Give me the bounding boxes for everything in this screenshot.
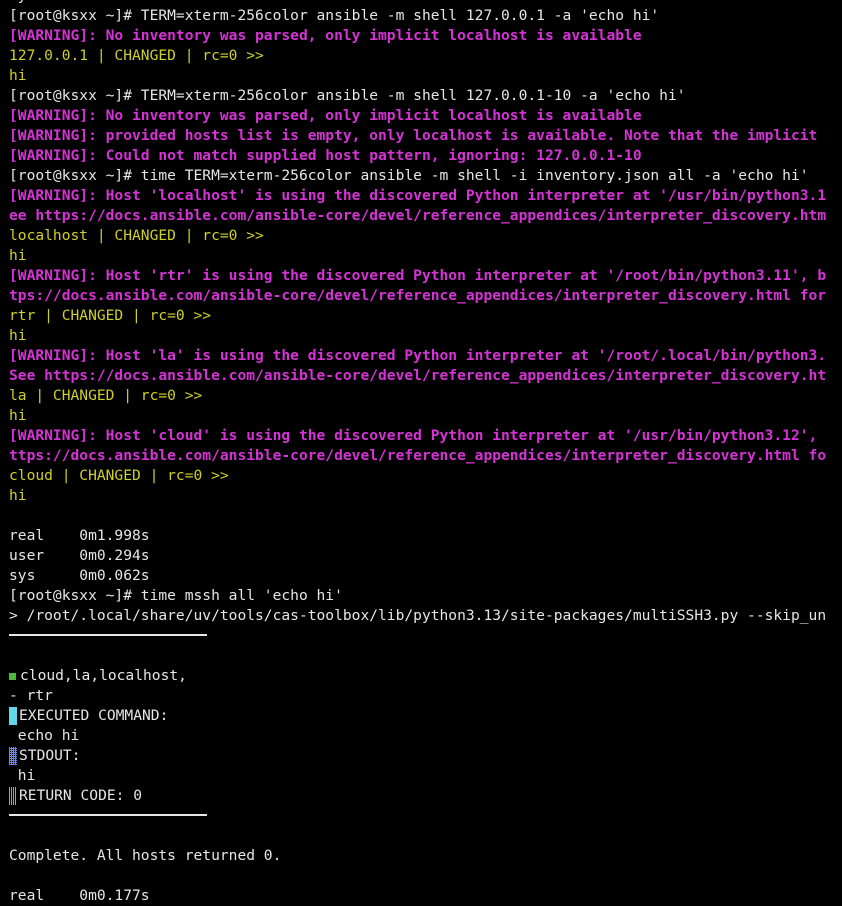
warning-text: [WARNING]: Host 'cloud' is using the dis… bbox=[9, 427, 818, 444]
warning-text: [WARNING]: No inventory was parsed, only… bbox=[9, 107, 642, 124]
output-text: [root@ksxx ~]# TERM=xterm-256color ansib… bbox=[9, 7, 660, 24]
terminal-line: [WARNING]: Host 'la' is using the discov… bbox=[9, 346, 842, 366]
terminal-output: sys 0m0.xxxs [root@ksxx ~]# TERM=xterm-25… bbox=[9, 0, 842, 906]
output-text: EXECUTED COMMAND: bbox=[19, 707, 169, 724]
output-text: RETURN CODE: 0 bbox=[19, 787, 143, 804]
host-result-text: hi bbox=[9, 67, 27, 84]
terminal-line: [WARNING]: Could not match supplied host… bbox=[9, 146, 842, 166]
terminal-line: tps://docs.ansible.com/ansible-core/deve… bbox=[9, 286, 842, 306]
output-text: [root@ksxx ~]# time TERM=xterm-256color … bbox=[9, 167, 809, 184]
terminal-line: [WARNING]: provided hosts list is empty,… bbox=[9, 126, 842, 146]
output-text: [root@ksxx ~]# time mssh all 'echo hi' bbox=[9, 587, 343, 604]
command-marker-icon bbox=[9, 707, 17, 725]
output-text: STDOUT: bbox=[19, 747, 81, 764]
host-result-text: hi bbox=[9, 407, 27, 424]
terminal-line: hi bbox=[9, 766, 842, 786]
terminal-line: [WARNING]: No inventory was parsed, only… bbox=[9, 106, 842, 126]
output-text: sys 0m0.062s bbox=[9, 567, 150, 584]
terminal-line: - rtr bbox=[9, 686, 842, 706]
terminal-line: EXECUTED COMMAND: bbox=[9, 706, 842, 726]
terminal-line: STDOUT: bbox=[9, 746, 842, 766]
output-text: [root@ksxx ~]# TERM=xterm-256color ansib… bbox=[9, 87, 686, 104]
output-text: > /root/.local/share/uv/tools/cas-toolbo… bbox=[9, 607, 827, 624]
terminal-line: cloud | CHANGED | rc=0 >> bbox=[9, 466, 842, 486]
terminal-line: ttps://docs.ansible.com/ansible-core/dev… bbox=[9, 446, 842, 466]
warning-text: [WARNING]: Host 'la' is using the discov… bbox=[9, 347, 827, 364]
warning-text: See https://docs.ansible.com/ansible-cor… bbox=[9, 367, 827, 384]
separator-rule bbox=[9, 814, 207, 816]
terminal-line: la | CHANGED | rc=0 >> bbox=[9, 386, 842, 406]
stdout-marker-icon bbox=[9, 747, 17, 765]
host-marker-icon bbox=[9, 673, 16, 680]
output-text: hi bbox=[9, 767, 36, 784]
terminal-line bbox=[9, 806, 842, 826]
host-result-text: 127.0.0.1 | CHANGED | rc=0 >> bbox=[9, 47, 264, 64]
output-text: user 0m0.294s bbox=[9, 547, 150, 564]
host-result-text: hi bbox=[9, 247, 27, 264]
output-text: cloud,la,localhost, bbox=[20, 667, 187, 684]
terminal-line: [root@ksxx ~]# TERM=xterm-256color ansib… bbox=[9, 6, 842, 26]
terminal-line: hi bbox=[9, 246, 842, 266]
warning-text: [WARNING]: provided hosts list is empty,… bbox=[9, 127, 818, 144]
terminal-line: hi bbox=[9, 486, 842, 506]
terminal-line: [WARNING]: Host 'rtr' is using the disco… bbox=[9, 266, 842, 286]
terminal-line: [WARNING]: Host 'cloud' is using the dis… bbox=[9, 426, 842, 446]
separator-rule bbox=[9, 634, 207, 636]
terminal-line: Complete. All hosts returned 0. bbox=[9, 846, 842, 866]
output-text: real 0m0.177s bbox=[9, 887, 150, 904]
terminal-line: RETURN CODE: 0 bbox=[9, 786, 842, 806]
terminal-line: user 0m0.294s bbox=[9, 546, 842, 566]
output-text: echo hi bbox=[9, 727, 80, 744]
terminal-line: real 0m1.998s bbox=[9, 526, 842, 546]
terminal-line: cloud,la,localhost, bbox=[9, 666, 842, 686]
host-result-text: hi bbox=[9, 327, 27, 344]
host-result-text: rtr | CHANGED | rc=0 >> bbox=[9, 307, 212, 324]
terminal-line: [WARNING]: No inventory was parsed, only… bbox=[9, 26, 842, 46]
terminal-line: [root@ksxx ~]# time TERM=xterm-256color … bbox=[9, 166, 842, 186]
warning-text: tps://docs.ansible.com/ansible-core/deve… bbox=[9, 287, 827, 304]
output-text: real 0m1.998s bbox=[9, 527, 150, 544]
terminal-line: localhost | CHANGED | rc=0 >> bbox=[9, 226, 842, 246]
terminal-line bbox=[9, 626, 842, 646]
terminal-line: real 0m0.177s bbox=[9, 886, 842, 906]
terminal-line: 127.0.0.1 | CHANGED | rc=0 >> bbox=[9, 46, 842, 66]
terminal-line: [root@ksxx ~]# TERM=xterm-256color ansib… bbox=[9, 86, 842, 106]
host-result-text: localhost | CHANGED | rc=0 >> bbox=[9, 227, 264, 244]
terminal-line: hi bbox=[9, 326, 842, 346]
output-text: Complete. All hosts returned 0. bbox=[9, 847, 282, 864]
output-text: sys 0m0.xxxs bbox=[9, 0, 150, 4]
return-code-marker-icon bbox=[9, 787, 17, 805]
terminal-line: > /root/.local/share/uv/tools/cas-toolbo… bbox=[9, 606, 842, 626]
host-result-text: la | CHANGED | rc=0 >> bbox=[9, 387, 203, 404]
terminal-line: hi bbox=[9, 66, 842, 86]
terminal-line: ee https://docs.ansible.com/ansible-core… bbox=[9, 206, 842, 226]
terminal-line: sys 0m0.062s bbox=[9, 566, 842, 586]
terminal-line: hi bbox=[9, 406, 842, 426]
output-text: - rtr bbox=[9, 687, 53, 704]
terminal-line: echo hi bbox=[9, 726, 842, 746]
warning-text: [WARNING]: No inventory was parsed, only… bbox=[9, 27, 642, 44]
host-result-text: cloud | CHANGED | rc=0 >> bbox=[9, 467, 229, 484]
terminal-line: See https://docs.ansible.com/ansible-cor… bbox=[9, 366, 842, 386]
warning-text: ttps://docs.ansible.com/ansible-core/dev… bbox=[9, 447, 827, 464]
host-result-text: hi bbox=[9, 487, 27, 504]
warning-text: [WARNING]: Host 'localhost' is using the… bbox=[9, 187, 827, 204]
terminal-line: [WARNING]: Host 'localhost' is using the… bbox=[9, 186, 842, 206]
warning-text: [WARNING]: Could not match supplied host… bbox=[9, 147, 642, 164]
warning-text: ee https://docs.ansible.com/ansible-core… bbox=[9, 207, 827, 224]
warning-text: [WARNING]: Host 'rtr' is using the disco… bbox=[9, 267, 827, 284]
terminal-line: rtr | CHANGED | rc=0 >> bbox=[9, 306, 842, 326]
terminal-line: [root@ksxx ~]# time mssh all 'echo hi' bbox=[9, 586, 842, 606]
terminal-window[interactable]: sys 0m0.xxxs [root@ksxx ~]# TERM=xterm-25… bbox=[0, 0, 842, 906]
